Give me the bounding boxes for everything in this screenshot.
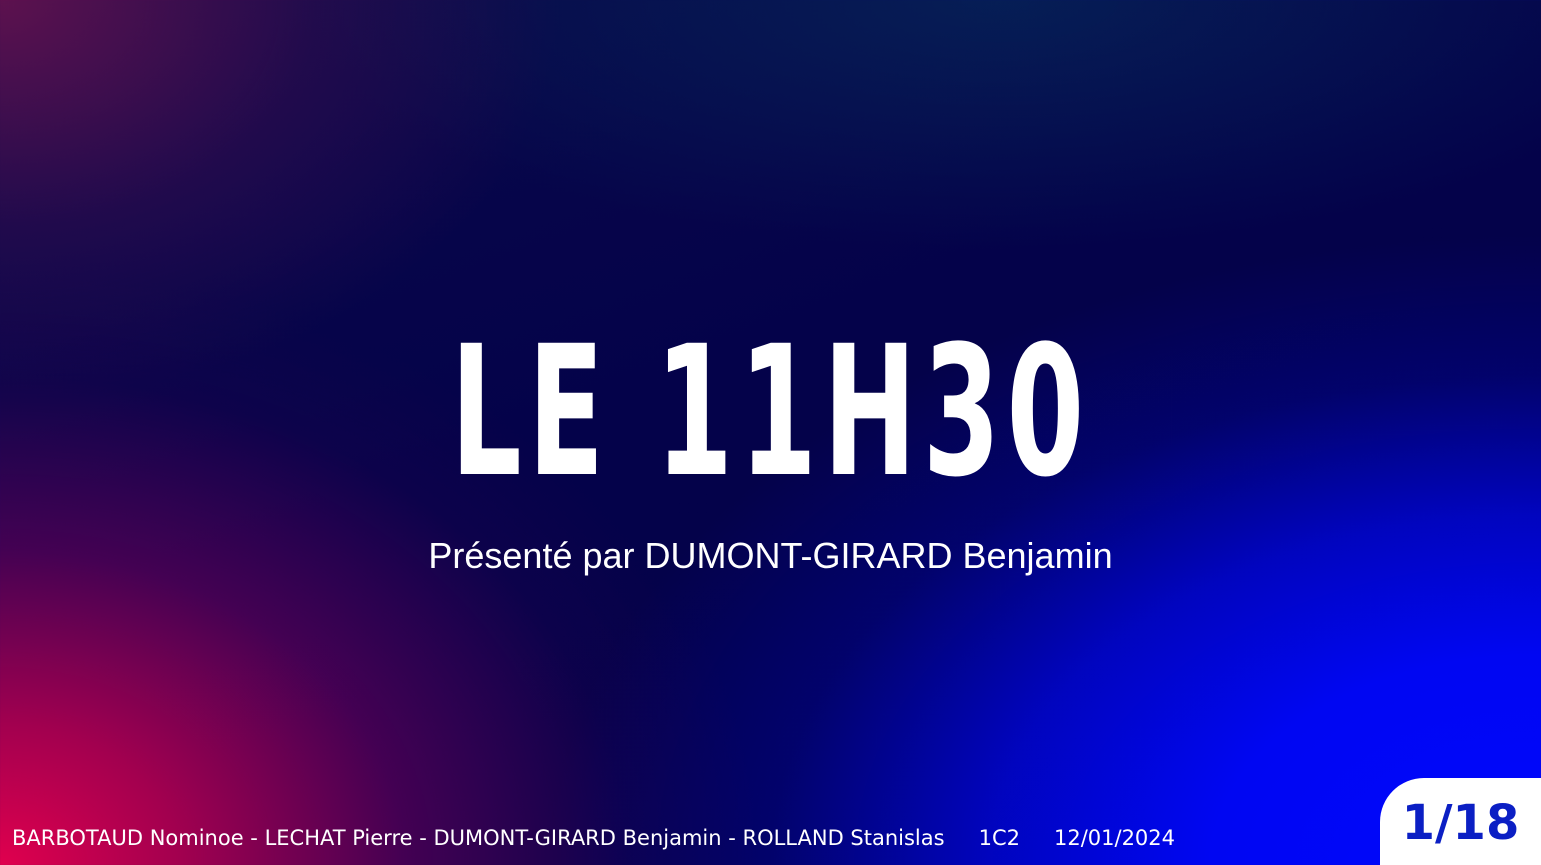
page-number: 1/18 bbox=[1401, 795, 1520, 851]
footer-authors: BARBOTAUD Nominoe - LECHAT Pierre - DUMO… bbox=[12, 826, 945, 850]
footer-class: 1C2 bbox=[978, 826, 1020, 850]
slide-title: LE 11H30 bbox=[450, 308, 1091, 517]
footer-date: 12/01/2024 bbox=[1053, 826, 1176, 850]
slide-footer: BARBOTAUD Nominoe - LECHAT Pierre - DUMO… bbox=[12, 824, 1175, 852]
slide: { "slide": { "title": "LE 11H30", "subti… bbox=[0, 0, 1541, 865]
slide-subtitle: Présenté par DUMONT-GIRARD Benjamin bbox=[428, 535, 1113, 576]
